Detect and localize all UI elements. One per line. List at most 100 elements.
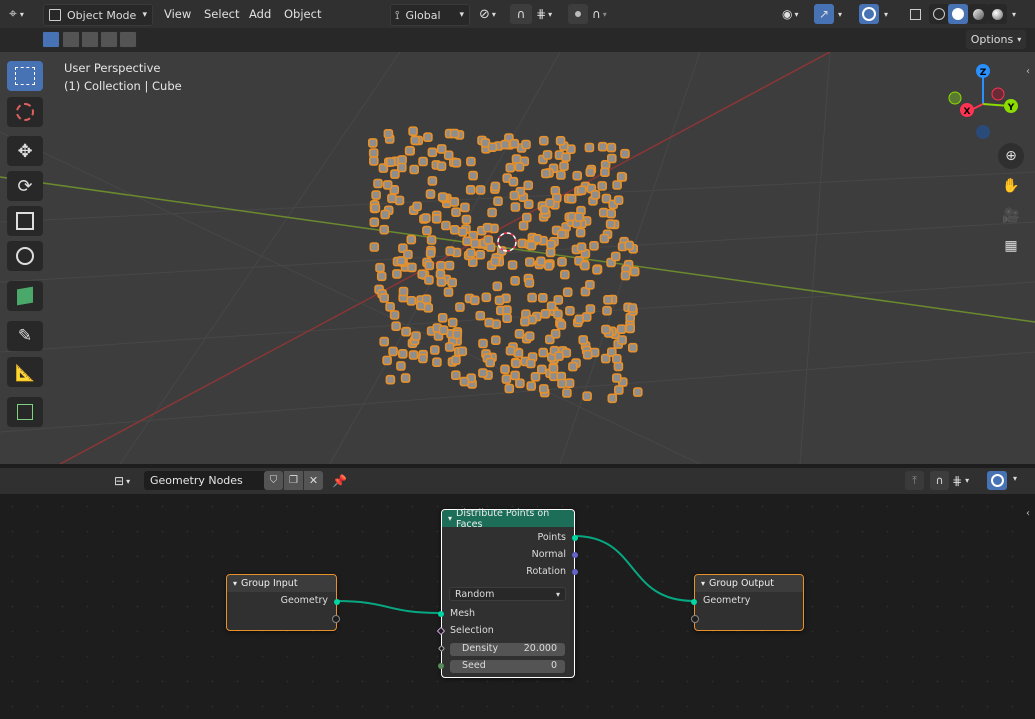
- menu-add[interactable]: Add: [249, 7, 271, 21]
- point-instance: [490, 335, 501, 346]
- object-visibility-button[interactable]: ◉ ▾: [779, 4, 809, 24]
- point-instance: [411, 331, 421, 341]
- fake-user-button[interactable]: ⛉: [264, 471, 283, 490]
- node-snap-target[interactable]: ⋕ ▾: [952, 471, 982, 490]
- mesh-input-socket[interactable]: [438, 611, 444, 617]
- distribution-mode-dropdown[interactable]: Random ▾: [449, 587, 566, 601]
- perspective-toggle-button[interactable]: ▦: [998, 233, 1024, 259]
- camera-view-button[interactable]: 🎥: [998, 203, 1024, 229]
- solid-shading-button[interactable]: [948, 4, 968, 24]
- scale-icon: [16, 212, 34, 230]
- proportional-editing-toggle[interactable]: [568, 4, 588, 24]
- material-shading-button[interactable]: [968, 4, 988, 24]
- node-editor-type-button[interactable]: ⊟ ▾: [114, 471, 142, 491]
- point-instance: [385, 374, 396, 385]
- cursor-tool[interactable]: [7, 97, 43, 127]
- point-instance: [398, 286, 409, 297]
- sidebar-toggle-arrow-icon[interactable]: ‹: [1026, 508, 1030, 519]
- chevron-down-icon: ▾: [794, 9, 799, 19]
- overlays-toggle[interactable]: [859, 4, 879, 24]
- menu-object[interactable]: Object: [284, 7, 321, 21]
- object-mode-icon: [49, 9, 61, 21]
- zoom-icon: ⊕: [1005, 148, 1017, 164]
- mode-dropdown[interactable]: Object Mode ▾: [43, 4, 153, 26]
- group-output-node[interactable]: ▾ Group Output Geometry: [691, 574, 804, 631]
- node-snap-toggle[interactable]: ∩: [930, 471, 949, 490]
- point-instance: [412, 201, 422, 212]
- x-axis-line: [59, 52, 831, 464]
- point-instance: [599, 233, 610, 244]
- measure-tool[interactable]: 📐: [7, 357, 43, 387]
- rendered-shading-button[interactable]: [987, 4, 1007, 24]
- gizmo-toggle[interactable]: ↗: [814, 4, 834, 24]
- move-tool[interactable]: ✥: [7, 136, 43, 166]
- point-instance: [620, 148, 630, 159]
- transform-tool[interactable]: [7, 241, 43, 271]
- scale-tool[interactable]: [7, 206, 43, 236]
- select-box-tool[interactable]: [7, 61, 43, 91]
- pin-button[interactable]: 📌: [330, 471, 349, 490]
- empty-output-socket[interactable]: [332, 615, 340, 623]
- editor-type-button[interactable]: ⌖ ▾: [6, 4, 38, 24]
- duplicate-tree-button[interactable]: ❐: [284, 471, 303, 490]
- snap-target-button[interactable]: ⋕ ▾: [533, 4, 563, 24]
- menu-select[interactable]: Select: [204, 7, 239, 21]
- node-tree-name-field[interactable]: Geometry Nodes: [144, 471, 268, 490]
- chevron-down-icon[interactable]: ▾: [1013, 474, 1017, 483]
- group-input-node[interactable]: ▾ Group Input Geometry: [226, 574, 340, 631]
- navigation-gizmo[interactable]: Z Y X: [938, 60, 1028, 150]
- parent-tree-button[interactable]: ⤒: [905, 471, 924, 490]
- menu-view[interactable]: View: [164, 7, 191, 21]
- zoom-button[interactable]: ⊕: [998, 143, 1024, 169]
- xray-toggle[interactable]: [905, 4, 925, 24]
- falloff-button[interactable]: ∩ ▾: [590, 4, 618, 24]
- rotate-tool[interactable]: ⟳: [7, 171, 43, 201]
- normal-output-socket[interactable]: [572, 552, 578, 558]
- chevron-down-icon[interactable]: ▾: [838, 4, 842, 24]
- node-overlays-toggle[interactable]: [987, 471, 1007, 490]
- geometry-input-socket[interactable]: [691, 599, 697, 605]
- magnet-icon: ∩: [935, 474, 944, 487]
- select-subtract-mode-button[interactable]: [81, 31, 99, 48]
- transform-icon: [16, 247, 34, 265]
- pan-button[interactable]: ✋: [998, 173, 1024, 199]
- point-instance: [582, 349, 593, 360]
- transform-orientation-dropdown[interactable]: ⟟ Global ▾: [390, 4, 470, 26]
- point-instance: [391, 321, 401, 332]
- chevron-down-icon: ▾: [1017, 35, 1022, 44]
- select-new-mode-button[interactable]: [42, 31, 60, 48]
- snap-increment-icon: ⋕: [536, 7, 547, 21]
- annotate-tool[interactable]: ✎: [7, 321, 43, 351]
- point-instance: [592, 265, 602, 275]
- 3d-viewport[interactable]: User Perspective (1) Collection | Cube ✥…: [0, 52, 1035, 464]
- sidebar-toggle-arrow-icon[interactable]: ‹: [1026, 66, 1030, 77]
- chevron-down-icon[interactable]: ▾: [1012, 4, 1016, 24]
- point-instance: [606, 153, 617, 164]
- point-instance: [449, 197, 460, 207]
- wireframe-shading-button[interactable]: [929, 4, 949, 24]
- seed-field[interactable]: Seed 0: [450, 660, 565, 673]
- distribute-points-node[interactable]: ▾ Distribute Points on Faces Points Norm…: [436, 508, 578, 678]
- select-intersect-mode-button[interactable]: [119, 31, 137, 48]
- select-extend-mode-button[interactable]: [62, 31, 80, 48]
- density-field[interactable]: Density 20.000: [450, 643, 565, 656]
- snap-toggle[interactable]: ∩: [510, 4, 532, 24]
- point-instance: [514, 162, 525, 172]
- unlink-tree-button[interactable]: ✕: [304, 471, 323, 490]
- point-instance: [451, 158, 462, 168]
- points-output-socket[interactable]: [572, 535, 578, 541]
- rotation-output-socket[interactable]: [572, 569, 578, 575]
- add-cube-tool[interactable]: [7, 281, 43, 311]
- add-primitive-tool[interactable]: [7, 397, 43, 427]
- geometry-output-socket[interactable]: [334, 599, 340, 605]
- select-invert-mode-button[interactable]: [100, 31, 118, 48]
- point-instance: [447, 277, 458, 288]
- chevron-down-icon[interactable]: ▾: [884, 4, 888, 24]
- point-instance: [421, 213, 431, 223]
- pivot-point-button[interactable]: ⊘ ▾: [476, 4, 506, 24]
- empty-input-socket[interactable]: [691, 615, 699, 623]
- seed-input-socket[interactable]: [438, 663, 444, 669]
- point-instance: [469, 295, 480, 306]
- point-instance: [584, 142, 595, 153]
- options-dropdown[interactable]: Options ▾: [966, 30, 1026, 49]
